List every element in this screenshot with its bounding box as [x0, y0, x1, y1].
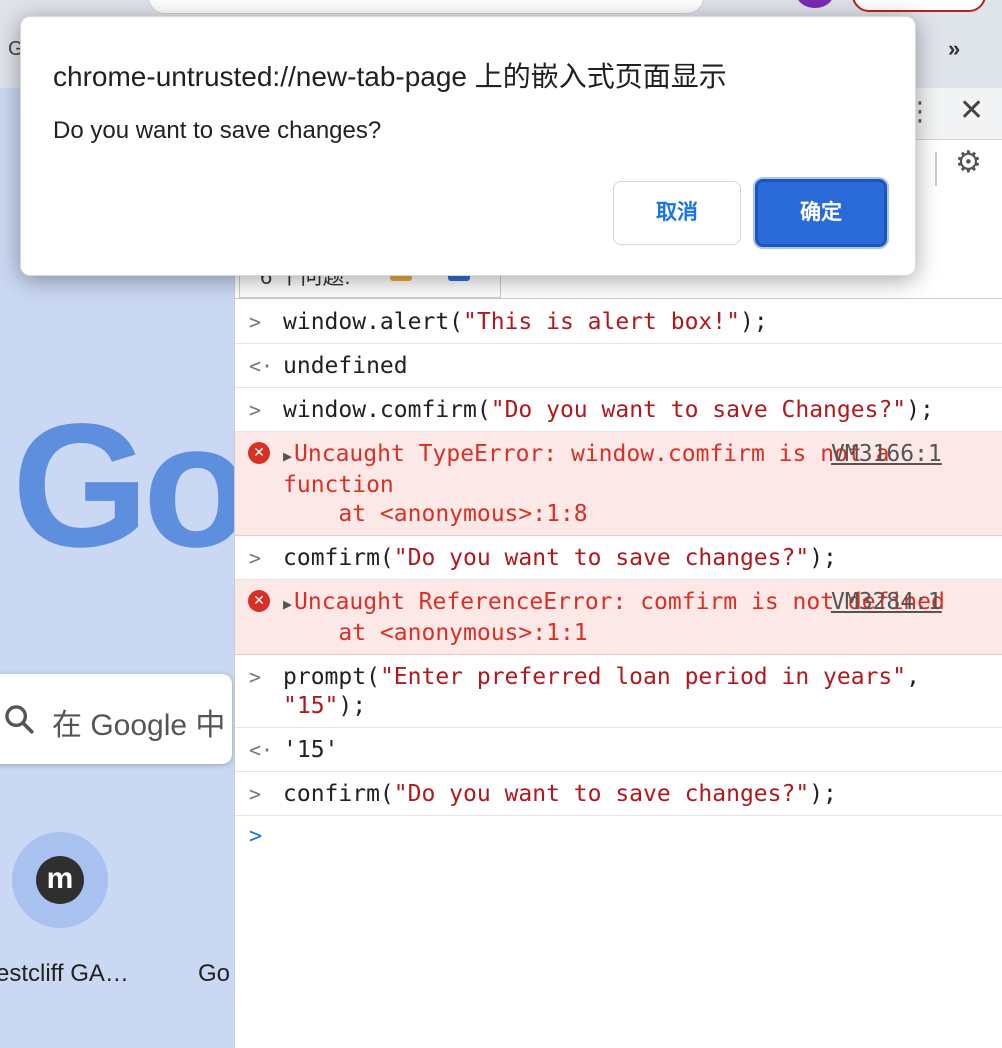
error-icon: ✕: [248, 442, 270, 464]
console-input-row[interactable]: > prompt("Enter preferred loan period in…: [235, 655, 1002, 728]
shortcut-logo-icon: m: [36, 856, 84, 904]
dialog-message: Do you want to save changes?: [53, 117, 382, 144]
console-log: > window.alert("This is alert box!"); <·…: [235, 300, 1002, 857]
input-chevron-icon: >: [249, 310, 262, 334]
expand-triangle-icon[interactable]: ▶: [283, 595, 292, 613]
google-logo: Go: [12, 388, 234, 584]
profile-avatar[interactable]: [796, 0, 834, 8]
console-result: undefined: [283, 353, 408, 379]
divider: [235, 298, 1002, 299]
dialog-title: chrome-untrusted://new-tab-page 上的嵌入式页面显…: [53, 61, 727, 92]
console-code: comfirm("Do you want to save changes?");: [283, 545, 837, 571]
console-error-row[interactable]: ✕ ▶Uncaught TypeError: window.comfirm is…: [235, 432, 1002, 536]
console-result: '15': [283, 737, 339, 763]
console-input-row[interactable]: > comfirm("Do you want to save changes?"…: [235, 536, 1002, 580]
console-code: prompt("Enter preferred loan period in y…: [283, 664, 934, 719]
ntp-search-box[interactable]: 在 Google 中: [0, 674, 232, 764]
address-bar[interactable]: [148, 0, 704, 14]
shortcut-tile[interactable]: m: [12, 832, 108, 928]
result-arrow-icon: <·: [249, 738, 274, 762]
input-chevron-icon: >: [249, 665, 262, 689]
shortcut-label[interactable]: estcliff GA…: [0, 960, 129, 988]
result-arrow-icon: <·: [249, 354, 274, 378]
console-input-row[interactable]: > window.comfirm("Do you want to save Ch…: [235, 388, 1002, 432]
profile-chip[interactable]: [852, 0, 986, 12]
search-icon: [5, 705, 34, 734]
bookmarks-overflow-icon[interactable]: »: [948, 36, 960, 62]
confirm-dialog: chrome-untrusted://new-tab-page 上的嵌入式页面显…: [20, 16, 916, 276]
cancel-button[interactable]: 取消: [613, 181, 741, 245]
search-placeholder: 在 Google 中: [52, 709, 226, 742]
console-input-row[interactable]: > confirm("Do you want to save changes?"…: [235, 772, 1002, 816]
console-input-row[interactable]: > window.alert("This is alert box!");: [235, 300, 1002, 344]
shortcut-label[interactable]: Go: [198, 960, 230, 988]
gear-icon[interactable]: ⚙: [955, 148, 982, 178]
error-message: ▶Uncaught TypeError: window.comfirm is n…: [283, 441, 904, 527]
error-icon: ✕: [248, 590, 270, 612]
ok-button[interactable]: 确定: [755, 179, 887, 247]
close-icon[interactable]: ✕: [959, 96, 984, 126]
toolbar-divider: [935, 152, 937, 186]
console-result-row: <· '15': [235, 728, 1002, 772]
console-prompt[interactable]: > ​: [235, 816, 1002, 857]
expand-triangle-icon[interactable]: ▶: [283, 447, 292, 465]
error-source-link[interactable]: VM3166:1: [831, 440, 942, 469]
console-error-row[interactable]: ✕ ▶Uncaught ReferenceError: comfirm is n…: [235, 580, 1002, 655]
console-code: window.comfirm("Do you want to save Chan…: [283, 397, 934, 423]
console-code: confirm("Do you want to save changes?");: [283, 781, 837, 807]
console-result-row: <· undefined: [235, 344, 1002, 388]
input-chevron-icon: >: [249, 546, 262, 570]
error-source-link[interactable]: VM3284:1: [831, 588, 942, 617]
prompt-chevron-icon: >: [249, 824, 263, 849]
input-chevron-icon: >: [249, 398, 262, 422]
input-chevron-icon: >: [249, 782, 262, 806]
console-code: window.alert("This is alert box!");: [283, 309, 768, 335]
